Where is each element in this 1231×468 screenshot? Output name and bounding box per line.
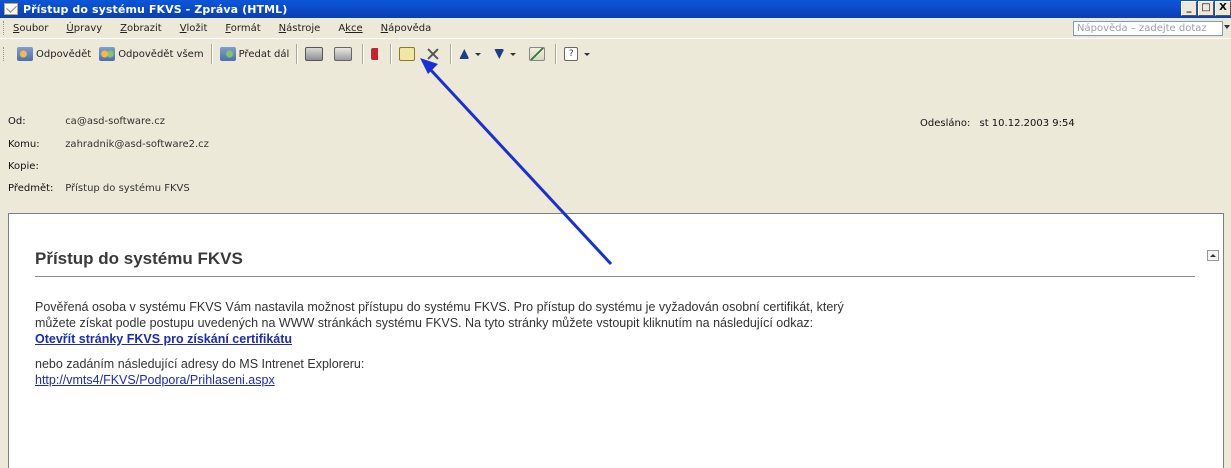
help-button[interactable]: ?	[560, 43, 599, 65]
next-arrow-icon	[494, 49, 505, 59]
printer-icon	[305, 47, 324, 61]
toolbar-separator	[296, 44, 299, 64]
minimize-button[interactable]: _	[1181, 1, 1197, 16]
message-divider	[35, 276, 1195, 277]
menu-vlozit[interactable]: Vložit	[180, 23, 208, 34]
next-item-button[interactable]	[490, 43, 525, 65]
menu-zobrazit[interactable]: Zobrazit	[120, 23, 162, 34]
menubar-grip[interactable]	[3, 21, 7, 35]
menu-soubor[interactable]: Soubor	[13, 23, 48, 34]
header-cc: Kopie:	[8, 160, 62, 174]
header-from: Od: ca@asd-software.cz	[8, 115, 165, 129]
delete-button[interactable]	[422, 43, 447, 65]
window-titlebar: Přístup do systému FKVS - Zpráva (HTML) …	[0, 0, 1231, 18]
from-value[interactable]: ca@asd-software.cz	[65, 116, 165, 127]
toolbar-options-icon[interactable]	[584, 52, 591, 56]
follow-up-button[interactable]	[367, 43, 387, 65]
menu-bar: Soubor Úpravy Zobrazit Vložit Formát Nás…	[0, 18, 1231, 38]
previous-item-button[interactable]	[455, 43, 490, 65]
message-paragraph-1: Pověřená osoba v systému FKVS Vám nastav…	[35, 299, 844, 347]
header-to: Komu: zahradnik@asd-software2.cz	[8, 138, 209, 152]
message-title: Přístup do systému FKVS	[35, 249, 243, 268]
reply-button[interactable]: Odpovědět	[13, 43, 95, 65]
next-dropdown-icon[interactable]	[510, 52, 517, 56]
toolbar-separator	[362, 44, 365, 64]
message-header: Od: ca@asd-software.cz Komu: zahradnik@a…	[0, 68, 1231, 208]
menu-akce[interactable]: Akce	[338, 23, 362, 34]
help-icon: ?	[564, 47, 579, 61]
forward-icon	[219, 47, 236, 61]
reply-all-icon	[99, 47, 116, 61]
forward-button[interactable]: Předat dál	[216, 43, 294, 65]
sent-value: st 10.12.2003 9:54	[979, 118, 1075, 129]
print-button[interactable]	[301, 43, 330, 65]
menu-napoveda[interactable]: Nápověda	[381, 23, 432, 34]
window-title: Přístup do systému FKVS - Zpráva (HTML)	[23, 2, 288, 16]
cc-label: Kopie:	[8, 161, 39, 172]
certificate-link[interactable]: Otevřít stránky FKVS pro získání certifi…	[35, 331, 844, 347]
maximize-button[interactable]: □	[1198, 1, 1214, 16]
to-value[interactable]: zahradnik@asd-software2.cz	[65, 139, 209, 150]
toolbar-grip[interactable]	[3, 47, 7, 61]
toolbar-separator	[210, 44, 213, 64]
toolbar-separator	[555, 44, 558, 64]
address-book-icon	[529, 47, 546, 61]
to-label: Komu:	[8, 139, 40, 150]
menu-nastroje[interactable]: Nástroje	[279, 23, 321, 34]
header-subject: Předmět: Přístup do systému FKVS	[8, 182, 190, 196]
reply-all-button[interactable]: Odpovědět všem	[95, 43, 207, 65]
menu-format[interactable]: Formát	[225, 23, 260, 34]
login-url-link[interactable]: http://vmts4/FKVS/Podpora/Prihlaseni.asp…	[35, 372, 364, 388]
close-button[interactable]: X	[1215, 1, 1231, 16]
subject-label: Předmět:	[8, 183, 54, 194]
help-dropdown-icon[interactable]	[1224, 25, 1230, 29]
previous-arrow-icon	[459, 49, 470, 59]
print-preview-button[interactable]	[330, 43, 359, 65]
paragraph-1-line-1: Pověřená osoba v systému FKVS Vám nastav…	[35, 300, 844, 314]
move-to-folder-icon	[399, 47, 416, 61]
address-book-button[interactable]	[525, 43, 552, 65]
sent-label: Odesláno:	[920, 118, 971, 129]
menu-upravy[interactable]: Úpravy	[66, 23, 102, 34]
reply-icon	[17, 47, 33, 61]
delete-icon	[426, 47, 440, 61]
paragraph-2-text: nebo zadáním následující adresy do MS In…	[35, 357, 365, 371]
flag-icon	[371, 48, 381, 60]
previous-dropdown-icon[interactable]	[475, 52, 482, 56]
toolbar-separator	[390, 44, 393, 64]
paragraph-1-line-2: můžete získat podle postupu uvedených na…	[35, 316, 814, 330]
subject-value: Přístup do systému FKVS	[65, 183, 190, 194]
move-button[interactable]	[395, 43, 422, 65]
header-sent: Odesláno: st 10.12.2003 9:54	[920, 118, 1075, 129]
message-paragraph-2: nebo zadáním následující adresy do MS In…	[35, 356, 364, 388]
from-label: Od:	[8, 116, 26, 127]
message-body[interactable]: Přístup do systému FKVS Pověřená osoba v…	[8, 213, 1224, 468]
mail-message-icon	[4, 3, 18, 15]
toolbar-separator	[450, 44, 453, 64]
window-controls: _ □ X	[1181, 1, 1231, 16]
help-search-input[interactable]: Nápověda – zadejte dotaz	[1073, 21, 1223, 36]
toolbar: Odpovědět Odpovědět všem Předat dál ?	[0, 38, 1231, 69]
print-preview-icon	[334, 47, 353, 61]
scroll-up-arrow-icon[interactable]	[1207, 250, 1219, 261]
